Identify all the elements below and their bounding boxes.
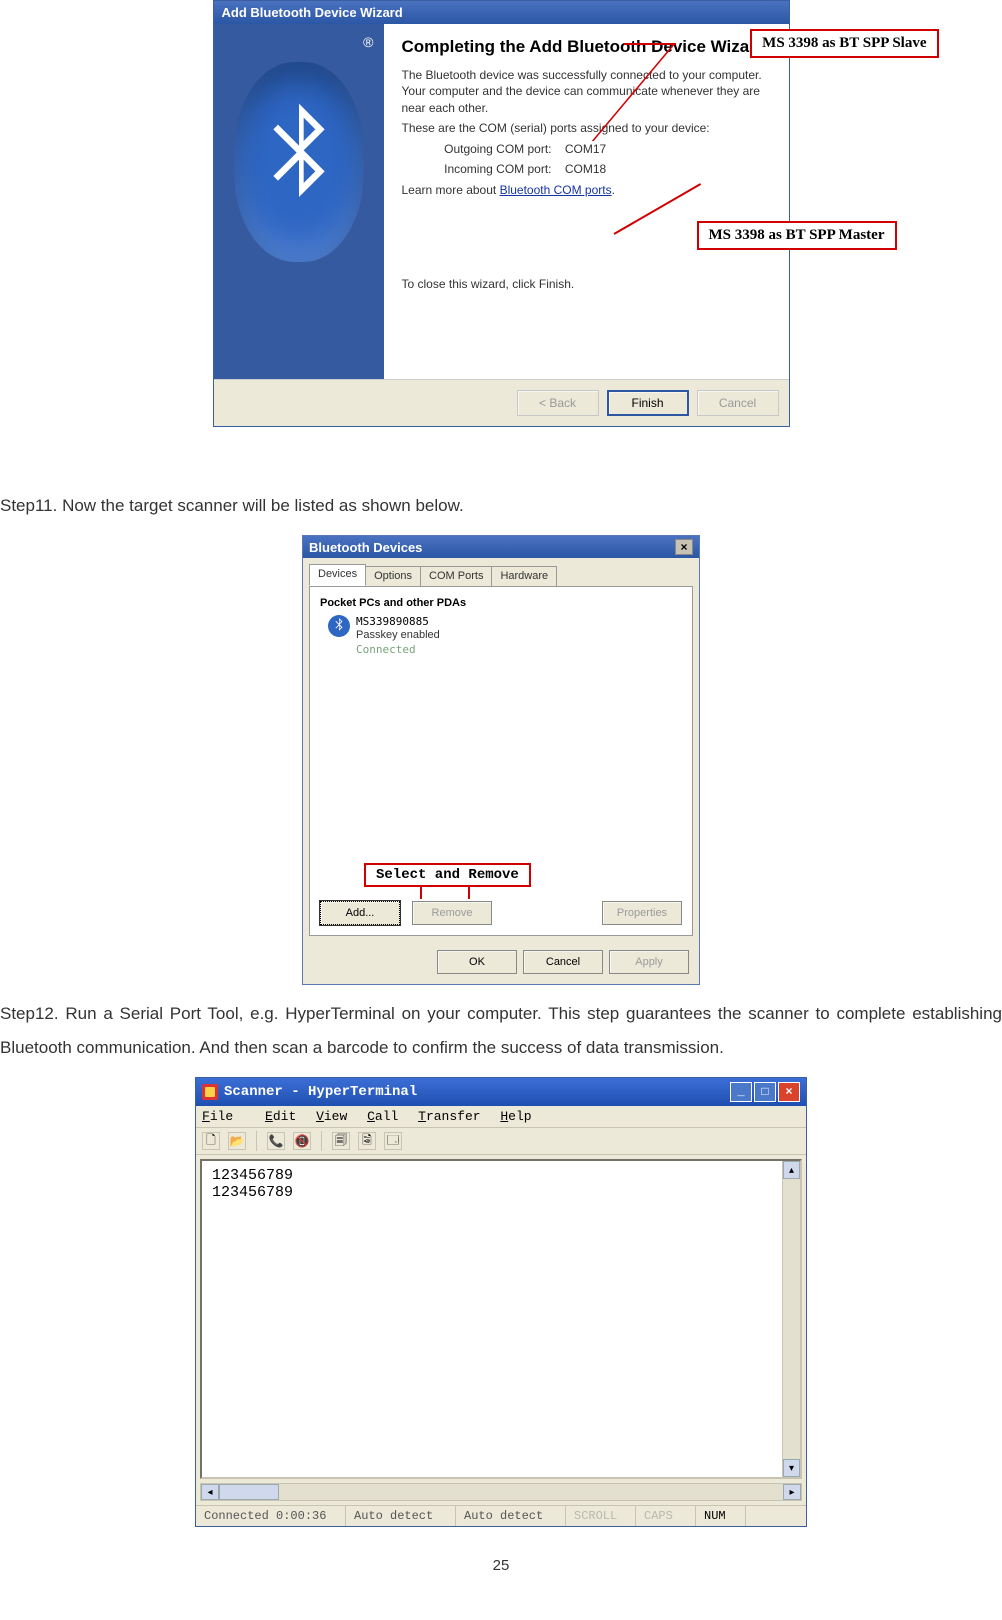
btdev-title-text: Bluetooth Devices xyxy=(309,540,422,555)
status-auto1: Auto detect xyxy=(346,1506,456,1526)
tab-options[interactable]: Options xyxy=(365,566,421,588)
step11-text: Step11. Now the target scanner will be l… xyxy=(0,489,1002,523)
pda-section-label: Pocket PCs and other PDAs xyxy=(320,597,682,609)
cancel-button[interactable]: Cancel xyxy=(523,950,603,974)
device-entry[interactable]: MS339890885 Passkey enabled Connected xyxy=(328,615,682,656)
wizard-titlebar: Add Bluetooth Device Wizard xyxy=(214,1,789,24)
status-scroll: SCROLL xyxy=(566,1506,636,1526)
ht-statusbar: Connected 0:00:36 Auto detect Auto detec… xyxy=(196,1505,806,1526)
horizontal-scrollbar[interactable]: ◂ ▸ xyxy=(200,1483,802,1501)
callout-sr-line1 xyxy=(420,885,422,899)
ht-toolbar: 🗋 📂 📞 📵 🗐 🗟 🗔 xyxy=(196,1128,806,1155)
status-connected: Connected 0:00:36 xyxy=(196,1506,346,1526)
scroll-left-icon[interactable]: ◂ xyxy=(201,1484,219,1500)
wizard-sidebar: ® xyxy=(214,24,384,379)
callout-sr-line2 xyxy=(468,885,470,899)
ht-terminal-area: 123456789 123456789 ▴ ▾ xyxy=(200,1159,802,1479)
step12-text: Step12. Run a Serial Port Tool, e.g. Hyp… xyxy=(0,997,1002,1065)
hscroll-thumb[interactable] xyxy=(219,1484,279,1500)
menu-transfer[interactable]: Transfer xyxy=(418,1109,480,1124)
callout-master: MS 3398 as BT SPP Master xyxy=(697,221,897,250)
hyperterminal-icon xyxy=(202,1084,218,1100)
status-caps: CAPS xyxy=(636,1506,696,1526)
close-wizard-hint: To close this wizard, click Finish. xyxy=(402,276,771,292)
callout-slave: MS 3398 as BT SPP Slave xyxy=(750,29,938,58)
receive-icon[interactable]: 🗟 xyxy=(358,1132,376,1150)
menu-file[interactable]: File xyxy=(202,1109,245,1124)
call-icon[interactable]: 📞 xyxy=(267,1132,285,1150)
wizard-footer: < Back Finish Cancel xyxy=(214,379,789,426)
new-icon[interactable]: 🗋 xyxy=(202,1132,220,1150)
incoming-com-label: Incoming COM port: xyxy=(402,162,562,176)
incoming-com-value: COM18 xyxy=(565,162,606,176)
close-button[interactable]: × xyxy=(778,1082,800,1102)
btdev-titlebar: Bluetooth Devices × xyxy=(303,536,699,558)
btdev-tabs: Devices Options COM Ports Hardware xyxy=(303,558,699,586)
learn-more-line: Learn more about Bluetooth COM ports. xyxy=(402,182,771,198)
menu-call[interactable]: Call xyxy=(367,1109,398,1124)
outgoing-com-value: COM17 xyxy=(565,142,606,156)
outgoing-com-row: Outgoing COM port: COM17 xyxy=(402,142,771,156)
maximize-button[interactable]: □ xyxy=(754,1082,776,1102)
learn-more-prefix: Learn more about xyxy=(402,183,500,197)
terminal-output: 123456789 123456789 xyxy=(202,1161,782,1477)
bluetooth-logo-icon xyxy=(234,62,364,262)
toolbar-separator xyxy=(321,1131,322,1151)
scroll-down-icon[interactable]: ▾ xyxy=(783,1459,800,1477)
tab-comports[interactable]: COM Ports xyxy=(420,566,492,588)
ht-menubar: File Edit View Call Transfer Help xyxy=(196,1106,806,1128)
properties-button[interactable]: Properties xyxy=(602,901,682,925)
add-button[interactable]: Add... xyxy=(320,901,400,925)
registered-mark: ® xyxy=(363,34,373,50)
menu-view[interactable]: View xyxy=(316,1109,347,1124)
wizard-comports-intro: These are the COM (serial) ports assigne… xyxy=(402,120,771,136)
callout-slave-line xyxy=(624,43,676,45)
scroll-right-icon[interactable]: ▸ xyxy=(783,1484,801,1500)
wizard-success-text: The Bluetooth device was successfully co… xyxy=(402,67,771,116)
close-icon[interactable]: × xyxy=(675,539,693,555)
device-connected-status: Connected xyxy=(356,643,440,657)
menu-edit[interactable]: Edit xyxy=(265,1109,296,1124)
send-icon[interactable]: 🗐 xyxy=(332,1132,350,1150)
properties-icon[interactable]: 🗔 xyxy=(384,1132,402,1150)
back-button[interactable]: < Back xyxy=(517,390,599,416)
vscroll-track[interactable] xyxy=(783,1179,800,1459)
toolbar-separator xyxy=(256,1131,257,1151)
tab-devices[interactable]: Devices xyxy=(309,564,366,586)
status-num: NUM xyxy=(696,1506,746,1526)
hyperterminal-window: Scanner - HyperTerminal _ □ × File Edit … xyxy=(195,1077,807,1527)
bluetooth-com-ports-link[interactable]: Bluetooth COM ports xyxy=(500,183,612,197)
page-number: 25 xyxy=(0,1557,1002,1594)
ht-title-text: Scanner - HyperTerminal xyxy=(224,1084,417,1100)
remove-button[interactable]: Remove xyxy=(412,901,492,925)
status-auto2: Auto detect xyxy=(456,1506,566,1526)
device-name: MS339890885 xyxy=(356,615,440,629)
device-passkey-status: Passkey enabled xyxy=(356,629,440,643)
ht-titlebar: Scanner - HyperTerminal _ □ × xyxy=(196,1078,806,1106)
add-bluetooth-wizard-window: Add Bluetooth Device Wizard ® Completing… xyxy=(213,0,790,427)
hscroll-track[interactable] xyxy=(219,1484,783,1500)
cancel-button[interactable]: Cancel xyxy=(697,390,779,416)
menu-help[interactable]: Help xyxy=(500,1109,531,1124)
scroll-up-icon[interactable]: ▴ xyxy=(783,1161,800,1179)
wizard-heading: Completing the Add Bluetooth Device Wiza… xyxy=(402,36,771,57)
bluetooth-devices-window: Bluetooth Devices × Devices Options COM … xyxy=(302,535,700,985)
disconnect-icon[interactable]: 📵 xyxy=(293,1132,311,1150)
minimize-button[interactable]: _ xyxy=(730,1082,752,1102)
finish-button[interactable]: Finish xyxy=(607,390,689,416)
open-icon[interactable]: 📂 xyxy=(228,1132,246,1150)
vertical-scrollbar[interactable]: ▴ ▾ xyxy=(782,1161,800,1477)
apply-button[interactable]: Apply xyxy=(609,950,689,974)
bluetooth-icon xyxy=(328,615,350,637)
callout-select-remove: Select and Remove xyxy=(364,863,531,887)
outgoing-com-label: Outgoing COM port: xyxy=(402,142,562,156)
tab-hardware[interactable]: Hardware xyxy=(491,566,557,588)
btdev-panel: Pocket PCs and other PDAs MS339890885 Pa… xyxy=(309,586,693,936)
ok-button[interactable]: OK xyxy=(437,950,517,974)
incoming-com-row: Incoming COM port: COM18 xyxy=(402,162,771,176)
